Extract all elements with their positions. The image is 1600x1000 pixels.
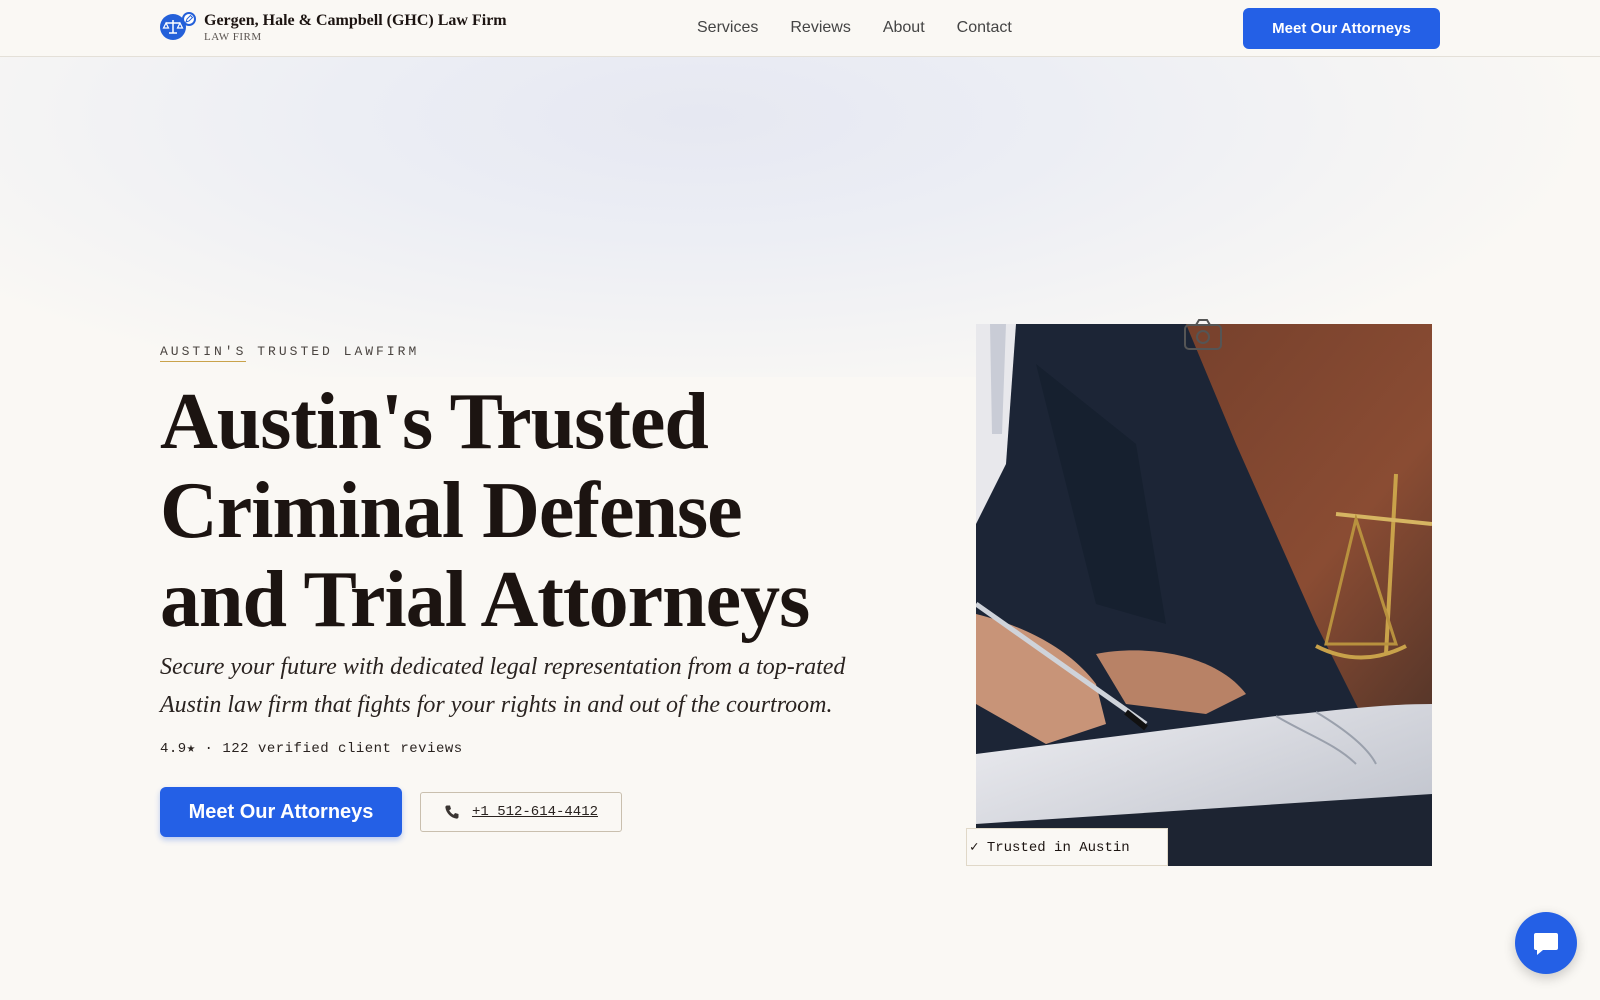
brand[interactable]: Gergen, Hale & Campbell (GHC) Law Firm L…: [160, 12, 507, 44]
hero-image-frame: [966, 318, 1432, 866]
meet-attorneys-button[interactable]: Meet Our Attorneys: [160, 787, 402, 837]
nav-reviews[interactable]: Reviews: [790, 19, 850, 37]
brand-name: Gergen, Hale & Campbell (GHC) Law Firm: [204, 12, 507, 29]
phone-icon: [445, 805, 459, 819]
hero-eyebrow: AUSTIN'S TRUSTED LAWFIRM: [160, 344, 420, 362]
scales-icon: [160, 12, 198, 44]
nav-about[interactable]: About: [883, 19, 925, 37]
nav-services[interactable]: Services: [697, 19, 758, 37]
edit-icon: [182, 12, 196, 26]
camera-icon: [1184, 318, 1222, 350]
attorney-signing-photo: [976, 324, 1432, 866]
rating-summary: 4.9★ · 122 verified client reviews: [160, 741, 463, 757]
trust-badge: ✓ Trusted in Austin: [966, 828, 1168, 866]
phone-number: +1 512-614-4412: [471, 804, 599, 820]
phone-button[interactable]: +1 512-614-4412: [420, 792, 622, 832]
chat-icon: [1534, 933, 1558, 955]
eyebrow-rest: TRUSTED LAWFIRM: [257, 344, 420, 359]
site-header: Gergen, Hale & Campbell (GHC) Law Firm L…: [0, 0, 1600, 57]
main-nav: Services Reviews About Contact: [697, 19, 1012, 37]
eyebrow-highlight: AUSTIN'S: [160, 344, 247, 362]
nav-contact[interactable]: Contact: [957, 19, 1012, 37]
header-meet-attorneys-button[interactable]: Meet Our Attorneys: [1243, 8, 1440, 49]
hero-subtitle: Secure your future with dedicated legal …: [160, 654, 846, 718]
brand-subtitle: LAW FIRM: [204, 31, 262, 43]
hero-headline: Austin's Trusted Criminal Defense and Tr…: [160, 378, 810, 644]
chat-button[interactable]: [1515, 912, 1577, 974]
